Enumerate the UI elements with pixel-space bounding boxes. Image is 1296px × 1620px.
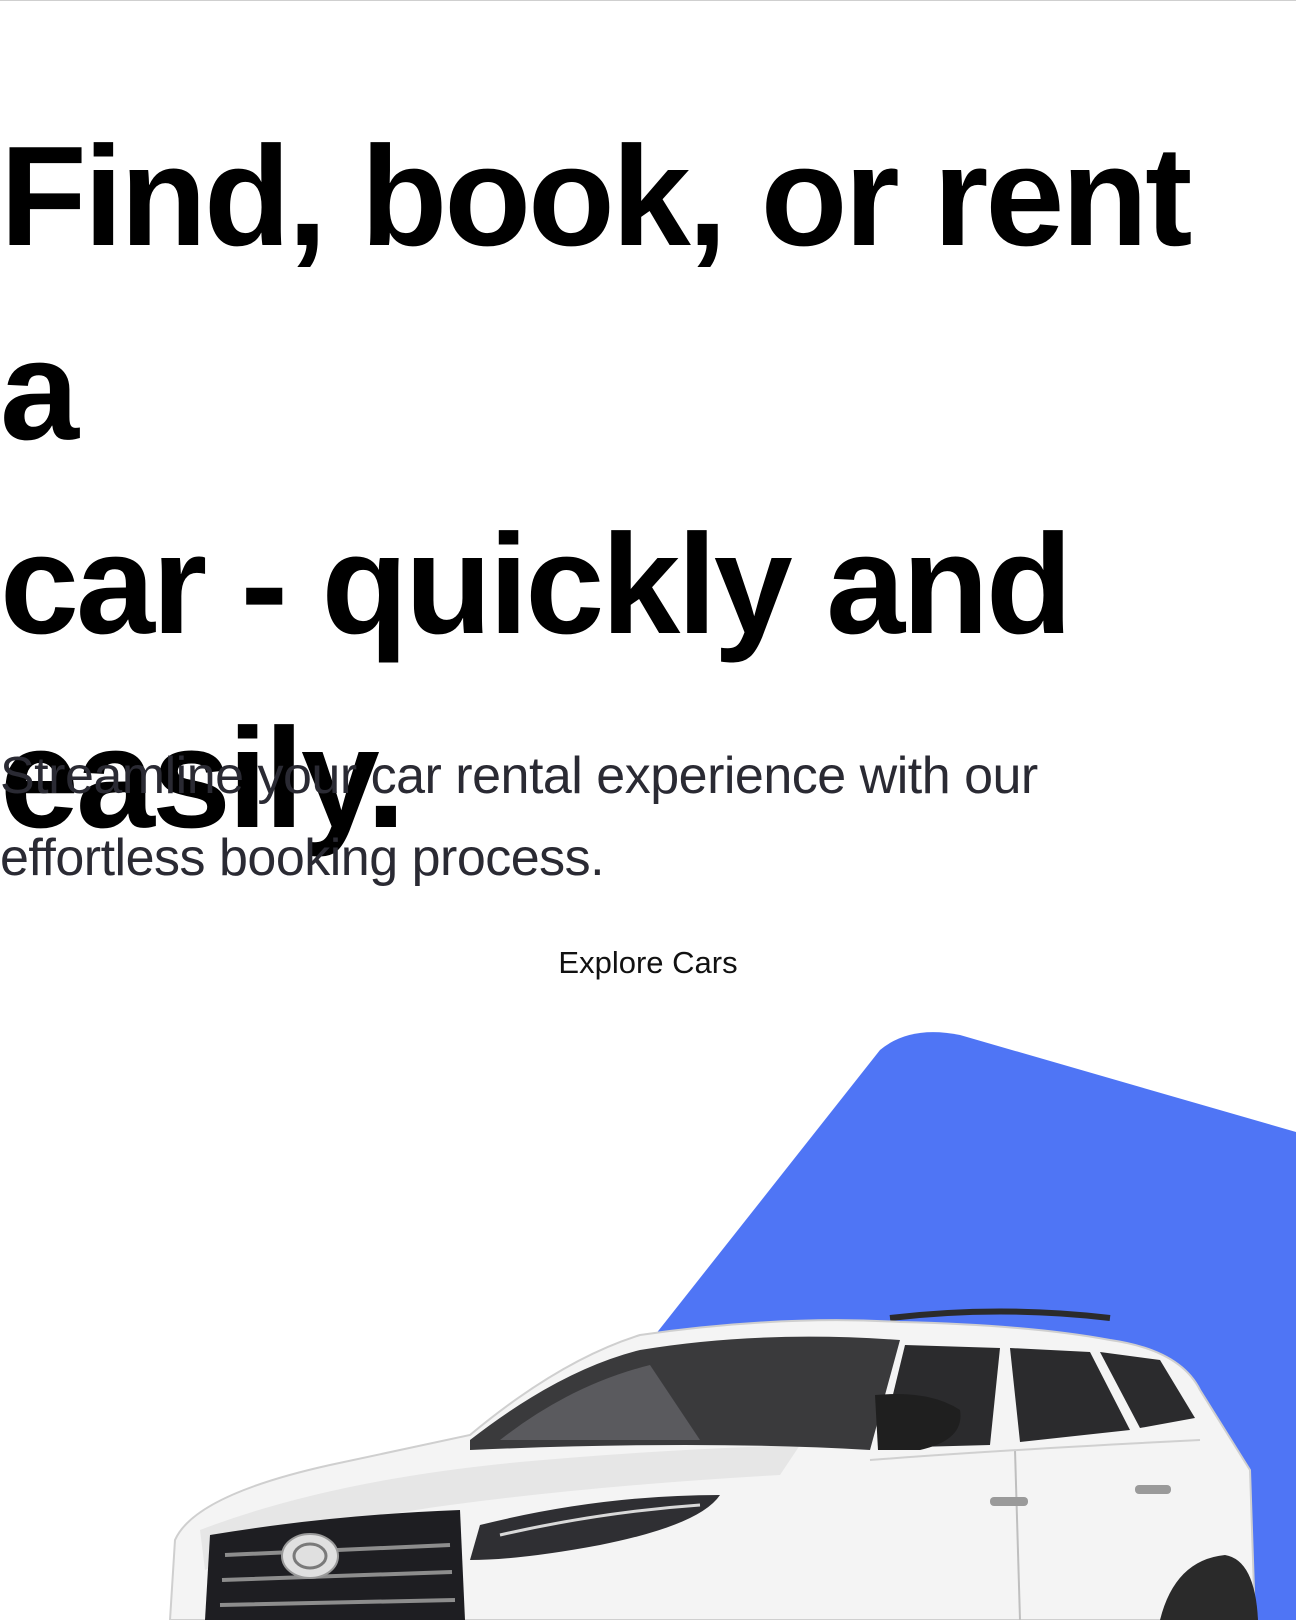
- top-divider: [0, 0, 1296, 1]
- hero-title-line-1: Find, book, or rent a: [0, 117, 1192, 470]
- hero-title-line-2: car - quickly and: [0, 505, 1073, 664]
- white-suv-car-image: [168, 1308, 1258, 1620]
- explore-cars-button[interactable]: Explore Cars: [540, 938, 756, 988]
- hero-subtitle-line-2: effortless booking process.: [0, 829, 605, 887]
- hero-visual: [0, 1020, 1296, 1620]
- hero-subtitle-line-1: Streamline your car rental experience wi…: [0, 747, 1038, 805]
- hero-subtitle: Streamline your car rental experience wi…: [0, 735, 1200, 899]
